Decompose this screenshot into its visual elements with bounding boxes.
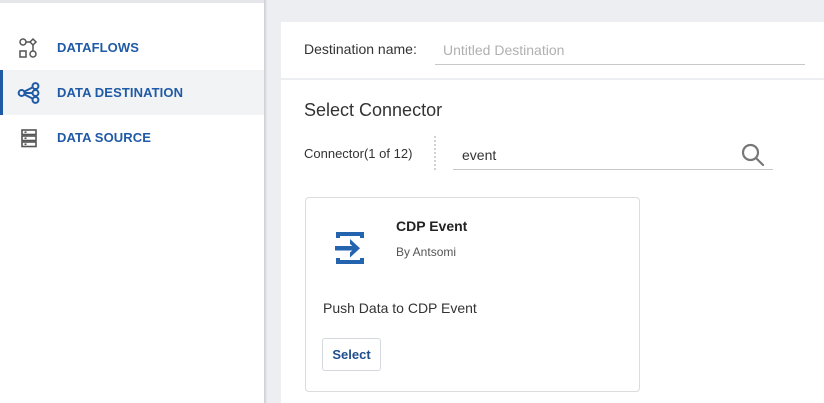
select-button[interactable]: Select (322, 338, 381, 371)
connector-description: Push Data to CDP Event (323, 300, 477, 316)
connector-count-label: Connector(1 of 12) (304, 146, 413, 161)
destination-name-input[interactable] (435, 36, 805, 65)
sidebar-item-label: DATA SOURCE (57, 130, 152, 145)
section-title: Select Connector (304, 100, 443, 120)
sidebar-item-data-source[interactable]: DATA SOURCE (0, 115, 264, 160)
connector-card[interactable]: CDP Event By Antsomi Push Data to CDP Ev… (305, 197, 640, 392)
sidebar-item-dataflows[interactable]: DATAFLOWS (0, 25, 264, 70)
sidebar-item-data-destination[interactable]: DATA DESTINATION (0, 70, 264, 115)
server-stack-icon (17, 126, 41, 150)
main-content: Destination name: Select Connector Conne… (267, 0, 824, 403)
sidebar: DATAFLOWS DATA DESTINATION DATA SOURCE (0, 0, 264, 403)
divider (434, 136, 436, 170)
connector-title: CDP Event (396, 218, 468, 234)
dataflows-icon (17, 36, 41, 60)
share-nodes-icon (17, 81, 41, 105)
connector-panel: Select Connector Connector(1 of 12) CDP … (281, 80, 824, 403)
sidebar-item-label: DATAFLOWS (57, 40, 140, 55)
connector-search-input[interactable] (453, 140, 773, 170)
destination-name-bar: Destination name: (281, 22, 824, 78)
sidebar-item-label: DATA DESTINATION (57, 85, 184, 100)
import-arrow-icon (330, 228, 370, 268)
search-icon[interactable] (740, 142, 766, 168)
destination-name-label: Destination name: (304, 41, 417, 57)
connector-author: By Antsomi (396, 245, 457, 259)
